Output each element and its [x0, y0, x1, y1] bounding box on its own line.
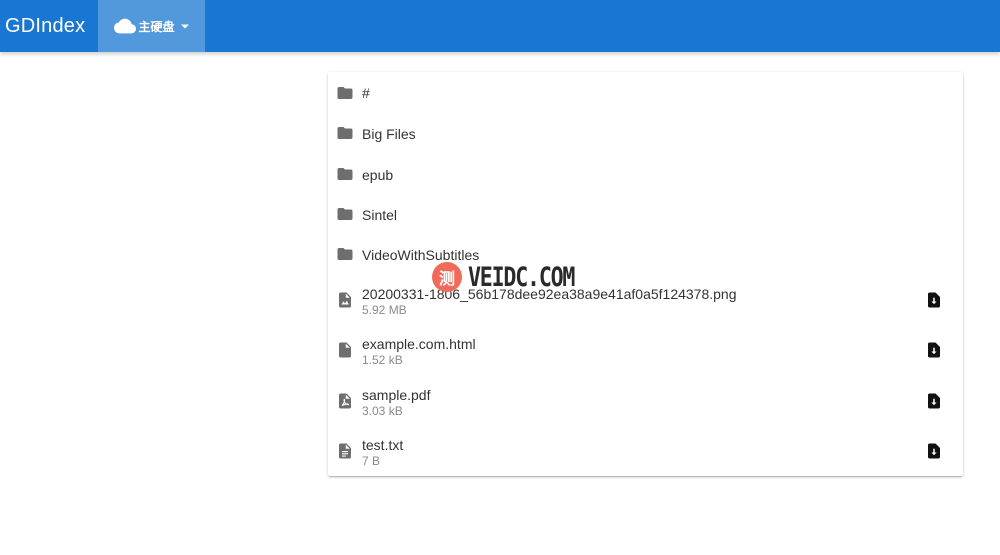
file-size: 7 B — [362, 454, 381, 468]
file-list: # Big Files epub Sintel VideoWithSubtitl… — [328, 72, 963, 476]
download-icon[interactable] — [925, 341, 943, 359]
folder-icon — [337, 208, 353, 220]
drive-selector-button[interactable]: 主硬盘 — [98, 0, 205, 52]
list-item-file[interactable]: 20200331-1806_56b178dee92ea38a9e41af0a5f… — [328, 278, 963, 326]
file-name: test.txt — [362, 437, 404, 453]
list-item-file[interactable]: sample.pdf 3.03 kB — [328, 379, 963, 427]
list-item-folder[interactable]: Sintel — [328, 194, 963, 234]
file-name: # — [362, 85, 370, 101]
brand-title[interactable]: GDIndex — [5, 13, 85, 39]
file-name: Sintel — [362, 207, 398, 223]
file-name: example.com.html — [362, 336, 476, 352]
file-name: 20200331-1806_56b178dee92ea38a9e41af0a5f… — [362, 286, 737, 302]
pdf-file-icon — [339, 393, 351, 409]
file-size: 3.03 kB — [362, 404, 403, 418]
folder-icon — [337, 127, 353, 139]
file-name: VideoWithSubtitles — [362, 247, 480, 263]
folder-icon — [337, 168, 353, 180]
folder-icon — [337, 87, 353, 99]
file-name: epub — [362, 167, 394, 183]
app-bar: GDIndex 主硬盘 — [0, 0, 1000, 52]
chevron-down-icon — [180, 24, 189, 28]
download-icon[interactable] — [925, 442, 943, 460]
list-item-folder[interactable]: Big Files — [328, 113, 963, 153]
file-name: Big Files — [362, 126, 416, 142]
drive-label: 主硬盘 — [138, 19, 175, 34]
list-item-file[interactable]: example.com.html 1.52 kB — [328, 328, 963, 376]
list-item-file[interactable]: test.txt 7 B — [328, 429, 963, 477]
image-file-icon — [339, 292, 351, 308]
download-icon[interactable] — [925, 291, 943, 309]
list-item-folder[interactable]: # — [328, 72, 963, 112]
list-item-folder[interactable]: VideoWithSubtitles — [328, 234, 963, 274]
cloud-icon — [114, 18, 137, 34]
file-size: 5.92 MB — [362, 303, 407, 317]
list-item-folder[interactable]: epub — [328, 154, 963, 194]
text-file-icon — [339, 443, 351, 459]
download-icon[interactable] — [925, 392, 943, 410]
folder-icon — [337, 248, 353, 260]
file-icon — [339, 342, 351, 358]
file-size: 1.52 kB — [362, 353, 403, 367]
file-name: sample.pdf — [362, 387, 431, 403]
